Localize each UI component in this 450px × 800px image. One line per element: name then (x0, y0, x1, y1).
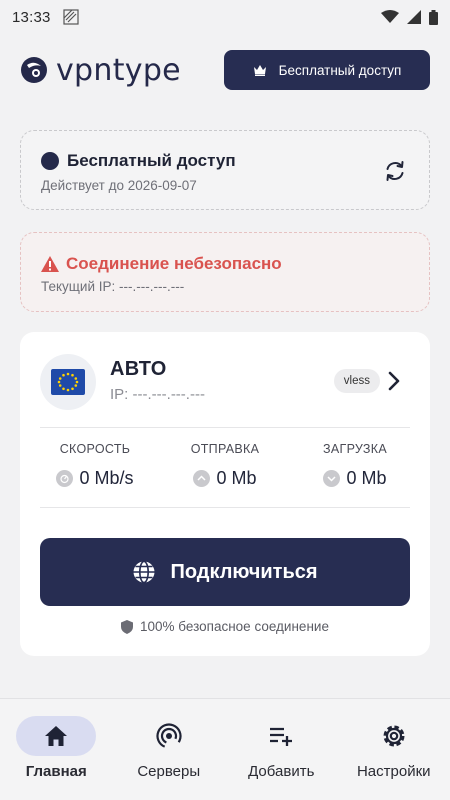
divider (40, 507, 410, 508)
stat-speed: СКОРОСТЬ 0 Mb/s (40, 442, 150, 489)
plan-title: Бесплатный доступ (67, 151, 236, 170)
arrow-down-icon (323, 470, 341, 487)
warning-title: Соединение небезопасно (66, 254, 282, 273)
free-access-button[interactable]: Бесплатный доступ (224, 50, 430, 90)
wifi-icon (381, 10, 399, 23)
stat-value: 0 Mb/s (79, 468, 134, 488)
divider (40, 427, 410, 428)
crown-icon (253, 65, 266, 76)
data-saver-icon (62, 9, 79, 25)
nav-label: Добавить (248, 763, 315, 780)
nav-item-home[interactable]: Главная (0, 699, 113, 800)
warning-icon (41, 256, 59, 272)
bottom-nav: Главная Серверы Добавить Настройки (0, 698, 450, 800)
stat-label: ЗАГРУЗКА (323, 442, 387, 456)
nav-label: Серверы (137, 763, 201, 780)
chevron-right-icon[interactable] (386, 370, 402, 392)
servers-icon (156, 723, 182, 749)
signal-icon (407, 10, 421, 24)
server-name[interactable]: АВТО (110, 358, 167, 381)
plan-valid-until: Действует до 2026-09-07 (41, 178, 197, 193)
add-list-icon (270, 727, 293, 746)
app-header: vpntype Бесплатный доступ (20, 50, 430, 90)
nav-item-add[interactable]: Добавить (225, 699, 338, 800)
arrow-up-icon (193, 470, 211, 487)
nav-label: Главная (25, 763, 87, 780)
current-ip: Текущий IP: ---.---.---.--- (41, 279, 185, 294)
stat-upload: ОТПРАВКА 0 Mb (170, 442, 280, 489)
stat-value: 0 Mb (346, 468, 387, 488)
status-bar: 13:33 (0, 0, 450, 34)
stat-download: ЗАГРУЗКА 0 Mb (300, 442, 410, 489)
stat-value: 0 Mb (216, 468, 257, 488)
free-access-label: Бесплатный доступ (278, 62, 402, 78)
logo-icon (21, 57, 47, 83)
nav-label: Настройки (356, 763, 431, 780)
protocol-badge: vless (333, 369, 380, 393)
connection-warning-card: Соединение небезопасно Текущий IP: ---.-… (20, 232, 430, 312)
battery-icon (429, 9, 438, 25)
shield-icon (121, 619, 134, 634)
secure-note: 100% безопасное соединение (20, 619, 430, 634)
stat-label: СКОРОСТЬ (59, 442, 131, 456)
plan-card: Бесплатный доступ Действует до 2026-09-0… (20, 130, 430, 210)
connect-label: Подключиться (170, 560, 318, 583)
plan-status-dot (41, 152, 59, 170)
home-icon (45, 726, 68, 746)
app-logo-text: vpntype (56, 52, 181, 88)
eu-flag-icon (51, 369, 85, 395)
stats-row: СКОРОСТЬ 0 Mb/s ОТПРАВКА 0 Mb ЗАГРУЗКА 0… (40, 442, 410, 489)
refresh-icon[interactable] (383, 159, 407, 183)
connect-button[interactable]: Подключиться (40, 538, 410, 606)
server-ip: IP: ---.---.---.--- (110, 386, 205, 403)
nav-item-settings[interactable]: Настройки (338, 699, 450, 800)
gear-icon (383, 725, 405, 747)
secure-note-text: 100% безопасное соединение (140, 619, 329, 634)
speedometer-icon (56, 470, 74, 487)
status-time: 13:33 (12, 8, 51, 26)
connection-card: АВТО IP: ---.---.---.--- vless СКОРОСТЬ … (20, 332, 430, 656)
stat-label: ОТПРАВКА (190, 442, 260, 456)
server-flag[interactable] (40, 354, 96, 410)
globe-icon (133, 560, 155, 584)
nav-item-servers[interactable]: Серверы (113, 699, 226, 800)
